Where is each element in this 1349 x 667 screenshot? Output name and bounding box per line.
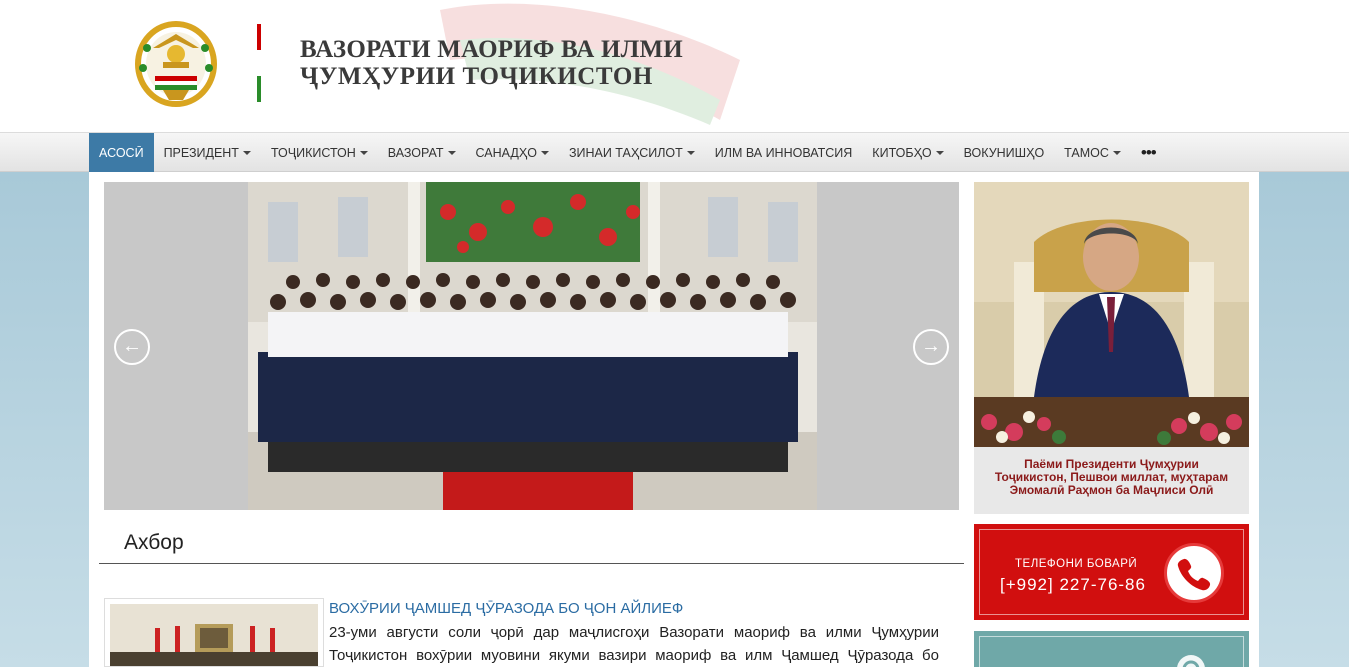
- caret-down-icon: [242, 151, 251, 155]
- nav-item-events[interactable]: ВОКУНИШҲО: [954, 133, 1055, 172]
- president-message-banner[interactable]: Паёми Президенти Ҷумҳурии Тоҷикистон, Пе…: [974, 182, 1249, 514]
- nav-item-education-levels[interactable]: ЗИНАИ ТАҲСИЛОТ: [559, 133, 705, 172]
- president-photo[interactable]: [974, 182, 1249, 447]
- news-thumbnail[interactable]: [104, 598, 324, 667]
- nav-item-label: САНАДҲО: [475, 146, 537, 160]
- nav-item-home[interactable]: АСОСӢ: [89, 133, 154, 172]
- phone-icon: [1164, 543, 1224, 603]
- site-header: ВАЗОРАТИ МАОРИФ ВА ИЛМИ ҶУМҲУРИИ ТОҶИКИС…: [0, 0, 1349, 132]
- tajikistan-emblem-icon[interactable]: [133, 18, 219, 108]
- nav-item-books[interactable]: КИТОБҲО: [862, 133, 953, 172]
- nav-item-label: ВОКУНИШҲО: [963, 146, 1045, 160]
- sidebar-banner[interactable]: [974, 631, 1249, 667]
- section-divider: [99, 563, 964, 564]
- trust-phone-label: ТЕЛЕФОНИ БОВАРӢ: [1015, 558, 1138, 570]
- slider-next-arrow-icon[interactable]: →: [913, 329, 949, 365]
- news-excerpt-line: 23-уми августи соли ҷорӣ дар маҷлисгоҳи …: [329, 624, 939, 641]
- site-title-line2[interactable]: ҶУМҲУРИИ ТОҶИКИСТОН: [300, 63, 653, 91]
- slide-image[interactable]: [248, 182, 817, 510]
- nav-item-label: КИТОБҲО: [872, 146, 932, 160]
- nav-item-label: ИЛМ ВА ИННОВАТСИЯ: [714, 146, 853, 160]
- nav-item-label: ТОҶИКИСТОН: [270, 146, 356, 160]
- email-icon: [1177, 655, 1205, 667]
- nav-item-contact[interactable]: ТАМОС: [1054, 133, 1131, 172]
- nav-item-label: АСОСӢ: [99, 146, 144, 160]
- news-section-title: Ахбор: [124, 531, 184, 554]
- flag-bar: [257, 24, 261, 102]
- news-headline-link[interactable]: ВОХӮРИИ ҶАМШЕД ҶӮРАЗОДА БО ҶОН АЙЛИЕФ: [329, 600, 683, 617]
- nav-item-label: ЗИНАИ ТАҲСИЛОТ: [568, 146, 683, 160]
- caret-down-icon: [1112, 151, 1121, 155]
- news-excerpt-line: Тоҷикистон вохӯрии муовини якуми вазири …: [329, 647, 939, 664]
- nav-item-label: ТАМОС: [1064, 146, 1109, 160]
- trust-phone-banner[interactable]: ТЕЛЕФОНИ БОВАРӢ [+992] 227-76-86: [974, 524, 1249, 620]
- nav-item-documents[interactable]: САНАДҲО: [466, 133, 559, 172]
- nav-item-label: ПРЕЗИДЕНТ: [163, 146, 239, 160]
- caret-down-icon: [935, 151, 944, 155]
- slider-prev-arrow-icon[interactable]: ←: [114, 329, 150, 365]
- more-menu-icon[interactable]: •••: [1131, 133, 1166, 172]
- caret-down-icon: [540, 151, 549, 155]
- caret-down-icon: [447, 151, 456, 155]
- nav-item-ministry[interactable]: ВАЗОРАТ: [378, 133, 466, 172]
- main-nav: АСОСӢ ПРЕЗИДЕНТ ТОҶИКИСТОН ВАЗОРАТ САНАД…: [0, 132, 1349, 172]
- caret-down-icon: [686, 151, 695, 155]
- news-slider[interactable]: ← →: [104, 182, 959, 510]
- president-message-caption[interactable]: Паёми Президенти Ҷумҳурии Тоҷикистон, Пе…: [974, 458, 1249, 497]
- nav-item-label: ВАЗОРАТ: [387, 146, 444, 160]
- news-excerpt: 23-уми августи соли ҷорӣ дар маҷлисгоҳи …: [329, 621, 939, 667]
- caret-down-icon: [359, 151, 368, 155]
- nav-item-science[interactable]: ИЛМ ВА ИННОВАТСИЯ: [705, 133, 863, 172]
- site-title-line1[interactable]: ВАЗОРАТИ МАОРИФ ВА ИЛМИ: [300, 36, 683, 64]
- nav-item-president[interactable]: ПРЕЗИДЕНТ: [154, 133, 261, 172]
- trust-phone-number: [+992] 227-76-86: [1000, 575, 1146, 594]
- caption-line: Эмомалӣ Раҳмон ба Маҷлиси Олӣ: [1009, 483, 1214, 497]
- nav-item-tajikistan[interactable]: ТОҶИКИСТОН: [261, 133, 378, 172]
